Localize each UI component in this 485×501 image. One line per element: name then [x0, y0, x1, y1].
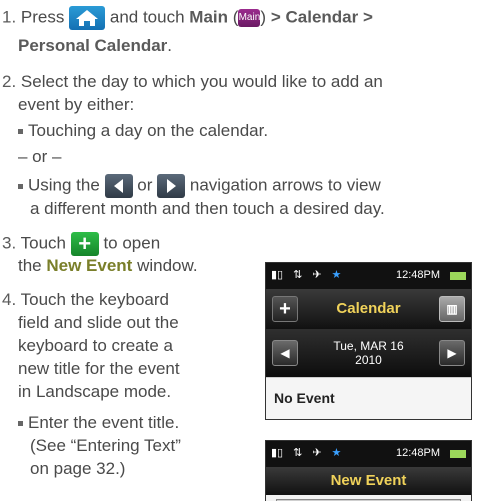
bullet-text: Touching a day on the calendar.	[28, 121, 269, 140]
main-label: Main	[189, 7, 229, 27]
bullet-text: or	[137, 175, 153, 195]
step-2-line-1: 2. Select the day to which you would lik…	[2, 72, 383, 92]
step-2-bullet-2-line-2: a different month and then touch a desir…	[30, 199, 385, 218]
step-4-bullet-line: (See “Entering Text”	[30, 436, 181, 455]
step-text: Touch	[20, 233, 66, 253]
step-2-bullet-2: Using the or navigation arrows to view	[18, 174, 381, 198]
step-2-bullet-1: Touching a day on the calendar.	[18, 121, 268, 141]
battery-icon	[450, 450, 466, 458]
bullet-icon	[18, 183, 23, 189]
step-text: Press	[20, 7, 65, 27]
signal-icon: ▮▯	[271, 447, 284, 460]
bullet-icon	[18, 421, 23, 427]
step-4-line-1: 4. Touch the keyboard	[2, 290, 169, 310]
step-3-line-2: the New Event window.	[18, 256, 198, 276]
right-arrow-icon	[157, 174, 186, 198]
step-3-line-1: 3. Touch + to open	[2, 232, 160, 256]
clock: 12:48PM	[395, 269, 440, 282]
step-text: event by either:	[18, 95, 135, 114]
network-icon: ⇅	[293, 269, 303, 282]
personal-calendar-label: Personal Calendar	[18, 36, 168, 55]
home-icon	[69, 6, 106, 30]
bullet-text: Using the	[28, 175, 100, 195]
calendar-label: Calendar	[285, 7, 359, 27]
step-4-line: keyboard to create a	[18, 336, 173, 355]
step-1-line-2: Personal Calendar.	[18, 36, 172, 56]
date-bar: ◀ Tue, MAR 16 2010 ▶	[266, 329, 471, 377]
step-number: 1.	[2, 7, 17, 27]
new-event-label: New Event	[46, 256, 133, 275]
date-display: Tue, MAR 16 2010	[333, 339, 403, 368]
main-menu-icon: Main	[238, 9, 261, 27]
network-icon: ⇅	[293, 447, 303, 460]
bullet-text: Enter the event title.	[28, 413, 180, 432]
clock: 12:48PM	[395, 447, 440, 460]
trash-icon[interactable]: ▥	[439, 296, 465, 322]
next-arrow-button[interactable]: ▶	[439, 340, 465, 366]
left-arrow-icon	[104, 174, 133, 198]
step-2-line-2: event by either:	[18, 95, 134, 115]
step-text: to open	[103, 233, 161, 253]
step-text: the	[18, 256, 42, 275]
period: .	[167, 36, 173, 55]
add-event-button[interactable]: +	[272, 296, 298, 322]
screen-title: Calendar	[336, 300, 401, 317]
step-1-line-1: 1. Press and touch Main (Main) > Calenda…	[2, 6, 373, 30]
plus-icon: +	[70, 232, 99, 256]
step-4-line: field and slide out the	[18, 313, 179, 332]
battery-icon	[450, 272, 466, 280]
step-4-bullet: Enter the event title.	[18, 413, 179, 433]
separator: >	[270, 7, 281, 27]
separator: >	[362, 7, 373, 27]
no-event-text: No Event	[266, 377, 471, 419]
step-text: Touch the keyboard	[20, 290, 169, 309]
title-bar: New Event	[266, 467, 471, 495]
sync-icon: ✈	[312, 447, 322, 460]
signal-icon: ▮▯	[271, 269, 284, 282]
calendar-screen: ▮▯ ⇅ ✈ ★ 12:48PM + Calendar ▥ ◀ Tue, MAR…	[265, 262, 472, 420]
step-number: 2.	[2, 72, 17, 91]
bluetooth-icon: ★	[331, 447, 342, 460]
previous-arrow-button[interactable]: ◀	[272, 340, 298, 366]
step-text: window.	[137, 256, 198, 275]
step-number: 3.	[2, 233, 17, 253]
step-text: Select the day to which you would like t…	[20, 72, 383, 91]
step-4-line: new title for the event	[18, 359, 180, 378]
bullet-icon	[18, 129, 23, 135]
date-line: Tue, MAR 16	[333, 338, 404, 353]
step-text: and touch	[109, 7, 185, 27]
new-event-screen: ▮▯ ⇅ ✈ ★ 12:48PM New Event	[265, 440, 472, 501]
step-4-bullet-line: on page 32.)	[30, 459, 126, 478]
paren-close: )	[260, 7, 267, 27]
title-bar: + Calendar ▥	[266, 289, 471, 329]
bluetooth-icon: ★	[331, 269, 342, 282]
step-number: 4.	[2, 290, 17, 309]
year-line: 2010	[355, 353, 382, 367]
screen-title: New Event	[330, 472, 407, 489]
bullet-text: navigation arrows to view	[189, 175, 381, 195]
status-bar: ▮▯ ⇅ ✈ ★ 12:48PM	[266, 263, 471, 289]
step-4-line: in Landscape mode.	[18, 382, 172, 401]
or-text: – or –	[18, 147, 62, 166]
sync-icon: ✈	[312, 269, 322, 282]
status-bar: ▮▯ ⇅ ✈ ★ 12:48PM	[266, 441, 471, 467]
